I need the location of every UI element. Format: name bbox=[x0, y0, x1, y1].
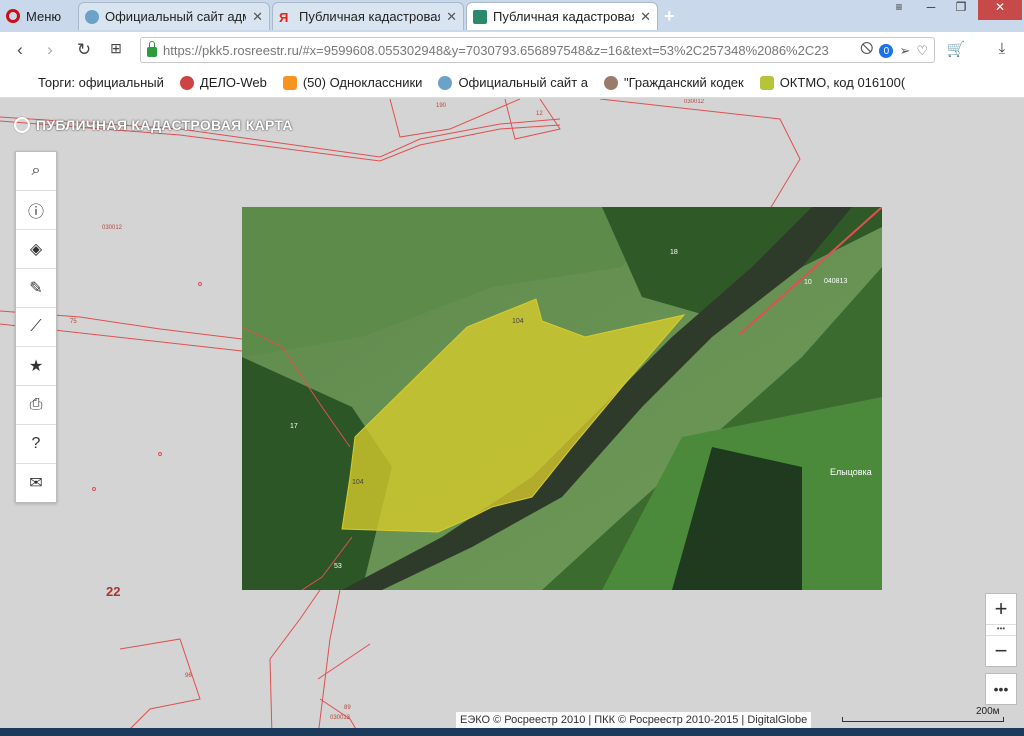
quarter-label-030012-top[interactable]: 030012 bbox=[684, 99, 704, 105]
mail-icon[interactable]: ✉ bbox=[16, 464, 56, 502]
ruler-icon[interactable]: ⟋ bbox=[16, 308, 56, 347]
zoom-out-button[interactable]: − bbox=[986, 636, 1016, 666]
satellite-imagery: 104 104 18 17 53 10 040813 Елыцовка bbox=[241, 206, 883, 591]
bookmark-label: (50) Одноклассники bbox=[302, 75, 423, 90]
district-label-22[interactable]: 22 bbox=[106, 584, 120, 599]
print-icon[interactable]: ⎙ bbox=[16, 386, 56, 425]
bookmark-oktmo[interactable]: ОКТМО, код 016100( bbox=[759, 75, 906, 90]
url-text: https://pkk5.rosreestr.ru/#x=9599608.055… bbox=[163, 42, 829, 58]
quarter-label-030013[interactable]: 030013 bbox=[330, 715, 350, 721]
tab-cadastral-map-1[interactable]: Я Публичная кадастровая к ✕ bbox=[272, 2, 464, 30]
parcel-label-17[interactable]: 17 bbox=[290, 423, 298, 430]
bookmark-label: Торги: официальный bbox=[38, 75, 164, 90]
tab-title: Публичная кадастровая к bbox=[299, 9, 441, 24]
village-label: Елыцовка bbox=[830, 467, 872, 477]
tab-cadastral-map-active[interactable]: Публичная кадастровая к ✕ bbox=[466, 2, 658, 30]
menu-label: Меню bbox=[26, 8, 62, 24]
info-icon[interactable]: ⓘ bbox=[16, 191, 56, 230]
url-field[interactable]: https://pkk5.rosreestr.ru/#x=9599608.055… bbox=[140, 37, 935, 63]
opera-logo-icon bbox=[6, 9, 20, 23]
url-extensions: 🛇 0 ➢ ♡ bbox=[860, 40, 928, 62]
search-icon[interactable]: ⌕ bbox=[16, 152, 56, 191]
bookmark-label: "Гражданский кодек bbox=[624, 75, 744, 90]
os-taskbar bbox=[0, 728, 1024, 736]
delo-icon bbox=[179, 75, 194, 90]
more-options-button[interactable]: ••• bbox=[985, 673, 1017, 705]
adblock-count-badge: 0 bbox=[879, 44, 894, 58]
rosreestr-logo-icon bbox=[14, 117, 30, 133]
map-view[interactable]: 104 104 18 17 53 10 040813 Елыцовка 190 … bbox=[0, 99, 1024, 736]
parcel-label-10[interactable]: 10 bbox=[804, 279, 812, 286]
parcel-label-75[interactable]: 75 bbox=[70, 319, 77, 325]
tab-title: Официальный сайт адми bbox=[105, 9, 247, 24]
back-button[interactable]: ‹ bbox=[10, 40, 30, 60]
parcel-label-190[interactable]: 190 bbox=[436, 103, 446, 109]
lock-icon bbox=[147, 41, 157, 57]
pencil-icon[interactable]: ✎ bbox=[16, 269, 56, 308]
zoom-control: + ••• − bbox=[985, 593, 1017, 667]
bookmark-label: ОКТМО, код 016100( bbox=[779, 75, 906, 90]
cart-icon[interactable]: 🛒 bbox=[946, 40, 966, 58]
parcel-label-12[interactable]: 12 bbox=[536, 111, 543, 117]
bookmarks-bar: Торги: официальный ДЕЛО-Web (50) Однокла… bbox=[0, 68, 1024, 98]
map-title: ПУБЛИЧНАЯ КАДАСТРОВАЯ КАРТА bbox=[14, 117, 293, 133]
opera-menu-button[interactable]: Меню bbox=[6, 6, 61, 26]
download-icon[interactable]: ⤓ bbox=[992, 40, 1012, 57]
yandex-icon: Я bbox=[279, 9, 289, 25]
rosreestr-icon bbox=[473, 9, 487, 24]
reload-button[interactable]: ↻ bbox=[74, 40, 94, 60]
forward-button[interactable]: › bbox=[40, 40, 60, 60]
parcel-label-89[interactable]: 89 bbox=[344, 705, 351, 711]
adblock-icon[interactable]: 🛇 bbox=[860, 40, 873, 62]
bookmark-label: ДЕЛО-Web bbox=[199, 75, 267, 90]
bookmark-official-site[interactable]: Официальный сайт а bbox=[438, 75, 588, 90]
odnoklassniki-icon bbox=[282, 75, 297, 90]
tab-official-site[interactable]: Официальный сайт адми ✕ bbox=[78, 2, 270, 30]
scale-label: 200м bbox=[976, 706, 1000, 717]
parcel-label-104-b[interactable]: 104 bbox=[352, 479, 364, 486]
browser-titlebar: Меню Официальный сайт адми ✕ Я Публичная… bbox=[0, 0, 1024, 32]
quarter-label-030012-left[interactable]: 030012 bbox=[102, 225, 122, 231]
document-icon bbox=[759, 75, 774, 90]
filter-icon[interactable]: ≡ bbox=[884, 0, 914, 20]
bookmark-label: Официальный сайт а bbox=[458, 75, 588, 90]
globe-icon bbox=[85, 9, 99, 24]
close-tab-icon[interactable]: ✕ bbox=[252, 9, 263, 25]
map-attribution: ЕЭКО © Росреестр 2010 | ПКК © Росреестр … bbox=[456, 712, 812, 728]
quarter-label-040813[interactable]: 040813 bbox=[824, 278, 847, 285]
zoom-in-button[interactable]: + bbox=[986, 594, 1016, 624]
bookmark-delo-web[interactable]: ДЕЛО-Web bbox=[179, 75, 267, 90]
layers-icon[interactable]: ◈ bbox=[16, 230, 56, 269]
speed-dial-icon[interactable]: ⊞ bbox=[106, 40, 126, 57]
close-tab-icon[interactable]: ✕ bbox=[446, 9, 457, 25]
bookmark-torgi[interactable]: Торги: официальный bbox=[38, 75, 164, 90]
scale-bar bbox=[842, 717, 1004, 722]
minimize-button[interactable]: ─ bbox=[916, 0, 946, 20]
parcel-label-53[interactable]: 53 bbox=[334, 563, 342, 570]
send-icon[interactable]: ➢ bbox=[899, 43, 910, 59]
globe-icon bbox=[438, 75, 453, 90]
tab-title: Публичная кадастровая к bbox=[493, 9, 635, 24]
close-window-button[interactable]: ✕ bbox=[978, 0, 1022, 20]
map-title-text: ПУБЛИЧНАЯ КАДАСТРОВАЯ КАРТА bbox=[36, 117, 293, 133]
maximize-button[interactable]: ❐ bbox=[946, 0, 976, 20]
heart-icon[interactable]: ♡ bbox=[916, 43, 928, 59]
star-icon[interactable]: ★ bbox=[16, 347, 56, 386]
satellite-scene bbox=[241, 206, 883, 591]
bookmark-civil-code[interactable]: "Гражданский кодек bbox=[604, 75, 744, 90]
avatar-icon bbox=[604, 75, 618, 90]
parcel-label-96[interactable]: 96 bbox=[185, 673, 192, 679]
help-icon[interactable]: ? bbox=[16, 425, 56, 464]
new-tab-button[interactable]: + bbox=[664, 6, 675, 27]
parcel-label-104[interactable]: 104 bbox=[512, 318, 524, 325]
map-toolbar: ⌕ ⓘ ◈ ✎ ⟋ ★ ⎙ ? ✉ bbox=[15, 151, 57, 503]
address-bar: ‹ › ↻ ⊞ https://pkk5.rosreestr.ru/#x=959… bbox=[0, 32, 1024, 69]
close-tab-icon[interactable]: ✕ bbox=[640, 9, 651, 25]
zoom-level-indicator[interactable]: ••• bbox=[986, 624, 1016, 636]
parcel-label-18[interactable]: 18 bbox=[670, 249, 678, 256]
bookmark-odnoklassniki[interactable]: (50) Одноклассники bbox=[282, 75, 423, 90]
